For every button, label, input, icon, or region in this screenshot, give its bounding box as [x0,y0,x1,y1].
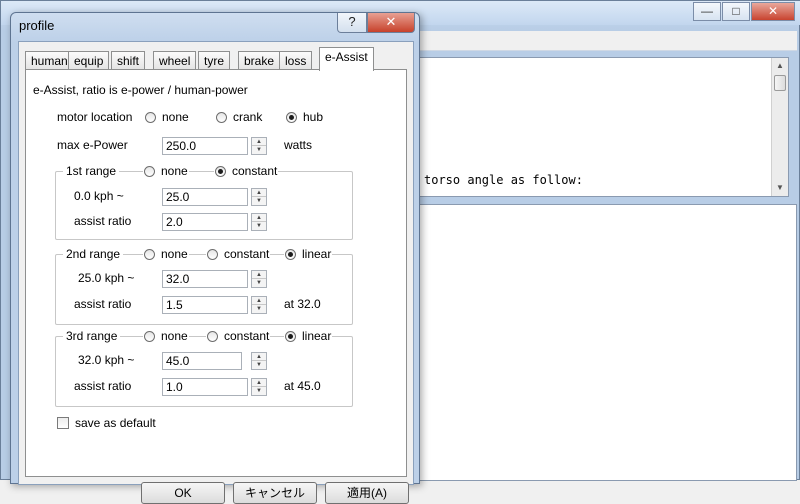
motor-location-label: motor location [57,110,133,124]
tab-e-assist[interactable]: e-Assist [319,47,374,71]
radio-circle [144,165,155,177]
maximize-icon[interactable]: □ [722,2,750,21]
motor-location-none-radio[interactable]: none [144,110,190,124]
spin-up-icon[interactable]: ▲ [252,297,266,305]
save-default-checkbox[interactable] [57,417,69,429]
range2-linear-radio[interactable]: linear [284,247,333,261]
spin-down-icon[interactable]: ▼ [252,279,266,287]
radio-circle [207,330,218,342]
range2-speed-spinner[interactable]: ▲ ▼ [251,270,267,288]
cancel-button[interactable]: キャンセル [233,482,317,504]
range2-title: 2nd range [63,247,124,261]
radio-circle-selected [285,330,296,342]
scroll-up-arrow-icon[interactable]: ▲ [772,58,788,74]
tab-brake[interactable]: brake [238,51,281,70]
range2-speed-input[interactable]: 32.0 [162,270,248,288]
apply-button[interactable]: 適用(A) [325,482,409,504]
dialog-client-area: human equip shift wheel tyre brake loss … [18,41,414,504]
spin-up-icon[interactable]: ▲ [252,379,266,387]
max-power-input[interactable]: 250.0 [162,137,248,155]
radio-circle [144,248,155,260]
range2-at-label: at 32.0 [284,297,321,311]
range3-speed-input[interactable]: 45.0 [162,352,242,370]
range3-group [55,336,353,407]
spin-down-icon[interactable]: ▼ [252,361,266,369]
scroll-down-arrow-icon[interactable]: ▼ [772,180,788,196]
range3-none-radio[interactable]: none [143,329,189,343]
radio-circle [216,111,227,123]
tab-wheel[interactable]: wheel [153,51,197,70]
motor-location-crank-radio[interactable]: crank [215,110,264,124]
motor-location-hub-radio[interactable]: hub [285,110,325,124]
range3-linear-radio[interactable]: linear [284,329,333,343]
spin-down-icon[interactable]: ▼ [252,387,266,395]
tab-human[interactable]: human [25,51,74,70]
range3-speed-label: 32.0 kph ~ [78,353,135,367]
range2-ratio-spinner[interactable]: ▲ ▼ [251,296,267,314]
tab-equip[interactable]: equip [68,51,110,70]
e-assist-panel: e-Assist, ratio is e-power / human-power… [25,69,407,477]
ok-button[interactable]: OK [141,482,225,504]
radio-circle-selected [285,248,296,260]
range3-ratio-spinner[interactable]: ▲ ▼ [251,378,267,396]
max-power-unit: watts [284,138,313,152]
range2-constant-radio[interactable]: constant [206,247,271,261]
console-text: torso angle as follow: [424,173,583,187]
range2-ratio-label: assist ratio [74,297,132,311]
range1-speed-spinner[interactable]: ▲ ▼ [251,188,267,206]
range2-ratio-input[interactable]: 1.5 [162,296,248,314]
radio-circle [145,111,156,123]
tab-shift[interactable]: shift [111,51,146,70]
range1-ratio-input[interactable]: 2.0 [162,213,248,231]
vertical-scrollbar[interactable]: ▲ ▼ [771,58,788,196]
radio-circle [207,248,218,260]
range2-none-radio[interactable]: none [143,247,189,261]
output-pane-upper[interactable]: torso angle as follow: ▲ ▼ [419,57,789,197]
scroll-thumb[interactable] [774,75,786,91]
range1-speed-input[interactable]: 25.0 [162,188,248,206]
spin-down-icon[interactable]: ▼ [252,197,266,205]
max-power-spinner[interactable]: ▲ ▼ [251,137,267,155]
range1-ratio-label: assist ratio [74,214,132,228]
radio-circle [144,330,155,342]
spin-up-icon[interactable]: ▲ [252,271,266,279]
background-menu-bar [419,31,797,51]
output-pane-lower[interactable] [419,204,797,481]
spin-down-icon[interactable]: ▼ [252,146,266,154]
spin-down-icon[interactable]: ▼ [252,222,266,230]
dialog-title: profile [19,18,55,33]
range1-constant-radio[interactable]: constant [214,164,279,178]
range1-speed-label: 0.0 kph ~ [74,189,124,203]
range2-speed-label: 25.0 kph ~ [78,271,135,285]
range1-ratio-spinner[interactable]: ▲ ▼ [251,213,267,231]
range2-group [55,254,353,325]
range3-ratio-label: assist ratio [74,379,132,393]
minimize-icon[interactable]: — [693,2,721,21]
spin-up-icon[interactable]: ▲ [252,353,266,361]
max-power-label: max e-Power [57,138,128,152]
close-icon[interactable]: ✕ [751,2,795,21]
range3-ratio-input[interactable]: 1.0 [162,378,248,396]
radio-circle-selected [286,111,297,123]
profile-dialog: profile ? ✕ human equip shift wheel tyre… [10,12,420,504]
dialog-close-button[interactable]: ✕ [367,13,415,33]
spin-up-icon[interactable]: ▲ [252,189,266,197]
range1-none-radio[interactable]: none [143,164,189,178]
panel-description: e-Assist, ratio is e-power / human-power [33,83,248,97]
range3-at-label: at 45.0 [284,379,321,393]
radio-circle-selected [215,165,226,177]
range3-speed-spinner[interactable]: ▲ ▼ [251,352,267,370]
help-button[interactable]: ? [337,13,367,33]
tab-tyre[interactable]: tyre [198,51,231,70]
spin-up-icon[interactable]: ▲ [252,214,266,222]
save-default-label: save as default [75,416,156,430]
spin-down-icon[interactable]: ▼ [252,305,266,313]
range1-title: 1st range [63,164,120,178]
range3-constant-radio[interactable]: constant [206,329,271,343]
range3-title: 3rd range [63,329,121,343]
spin-up-icon[interactable]: ▲ [252,138,266,146]
background-window-controls: — □ ✕ [692,2,795,21]
tab-loss[interactable]: loss [279,51,313,70]
